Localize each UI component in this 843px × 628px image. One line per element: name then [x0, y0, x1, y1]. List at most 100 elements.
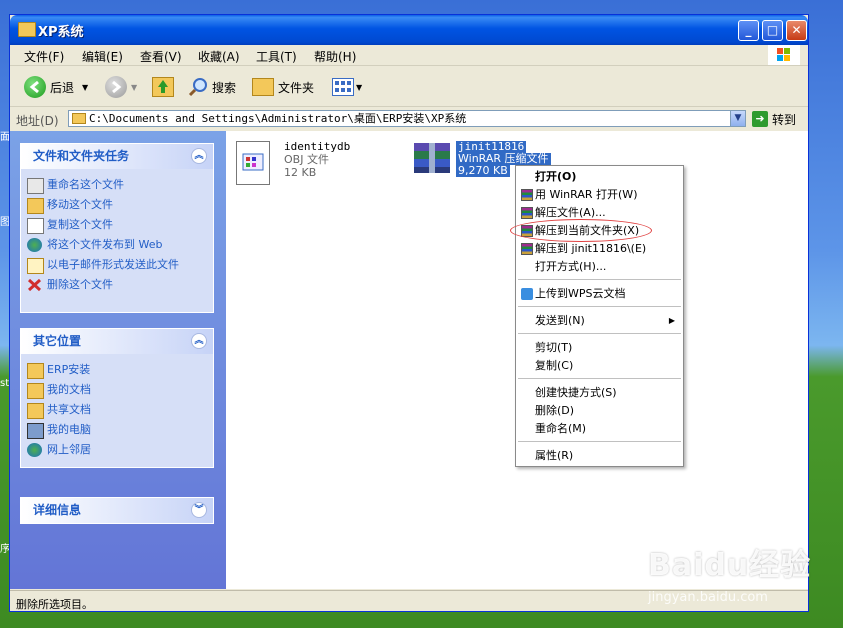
search-icon — [188, 77, 208, 97]
go-arrow-icon: ➜ — [752, 111, 768, 127]
menu-help[interactable]: 帮助(H) — [314, 48, 356, 65]
ctx-open[interactable]: 打开(O) — [518, 168, 681, 186]
address-bar: 地址(D) C:\Documents and Settings\Administ… — [10, 107, 808, 132]
up-folder-button[interactable] — [152, 75, 174, 99]
task-label: 删除这个文件 — [47, 278, 113, 291]
task-copy[interactable]: 复制这个文件 — [21, 215, 213, 235]
ctx-separator — [518, 333, 681, 334]
place-my-documents[interactable]: 我的文档 — [21, 380, 213, 400]
rename-icon — [27, 178, 44, 194]
place-erp[interactable]: ERP安装 — [21, 360, 213, 380]
ctx-separator — [518, 378, 681, 379]
task-delete[interactable]: 删除这个文件 — [21, 275, 213, 295]
place-label: 网上邻居 — [47, 443, 91, 456]
back-button[interactable]: 后退 ▼ — [24, 75, 88, 99]
place-label: 我的电脑 — [47, 423, 91, 436]
back-arrow-icon — [24, 76, 46, 98]
address-input[interactable]: C:\Documents and Settings\Administrator\… — [68, 110, 746, 127]
ctx-cut[interactable]: 剪切(T) — [518, 339, 681, 357]
winrar-icon — [521, 243, 533, 255]
go-label: 转到 — [772, 112, 797, 127]
address-label: 地址(D) — [16, 114, 59, 128]
context-menu: 打开(O) 用 WinRAR 打开(W) 解压文件(A)... 解压到当前文件夹… — [515, 165, 684, 467]
collapse-icon[interactable]: ︽ — [191, 333, 207, 349]
ctx-copy[interactable]: 复制(C) — [518, 357, 681, 375]
menu-file[interactable]: 文件(F) — [24, 48, 64, 65]
close-button[interactable]: ✕ — [786, 20, 807, 41]
ctx-separator — [518, 306, 681, 307]
file-tasks-panel: 文件和文件夹任务 ︽ 重命名这个文件 移动这个文件 复制这个文件 将这个文件发布… — [20, 143, 214, 313]
task-rename[interactable]: 重命名这个文件 — [21, 175, 213, 195]
minimize-button[interactable]: _ — [738, 20, 759, 41]
file-item[interactable]: identitydb OBJ 文件 12 KB — [236, 139, 436, 189]
winrar-archive-icon — [412, 141, 452, 175]
file-size: 9,270 KB — [456, 164, 510, 177]
search-label: 搜索 — [212, 80, 237, 95]
other-places-header[interactable]: 其它位置 ︽ — [21, 329, 213, 354]
chevron-down-icon[interactable]: ▼ — [131, 83, 137, 92]
ctx-rename[interactable]: 重命名(M) — [518, 420, 681, 438]
desktop-label-fragment: st — [0, 378, 10, 389]
collapse-icon[interactable]: ︽ — [191, 148, 207, 164]
ctx-properties[interactable]: 属性(R) — [518, 447, 681, 465]
address-path: C:\Documents and Settings\Administrator\… — [89, 112, 467, 125]
expand-icon[interactable]: ︾ — [191, 502, 207, 518]
place-shared-documents[interactable]: 共享文档 — [21, 400, 213, 420]
baidu-watermark-url: jingyan.baidu.com — [648, 590, 768, 605]
place-my-computer[interactable]: 我的电脑 — [21, 420, 213, 440]
toolbar: 后退 ▼ ▼ 搜索 文件夹 ▼ — [10, 66, 808, 107]
highlight-ellipse — [510, 219, 652, 242]
panel-title: 文件和文件夹任务 — [33, 149, 130, 163]
ctx-winrar-open[interactable]: 用 WinRAR 打开(W) — [518, 186, 681, 204]
chevron-down-icon[interactable]: ▼ — [356, 83, 362, 92]
globe-icon — [27, 238, 42, 252]
menu-view[interactable]: 查看(V) — [140, 48, 182, 65]
ctx-extract-to[interactable]: 解压到 jinit11816\(E) — [518, 240, 681, 258]
move-icon — [27, 198, 44, 214]
ctx-open-with[interactable]: 打开方式(H)... — [518, 258, 681, 276]
ctx-label: 发送到(N) — [535, 314, 585, 327]
ctx-delete[interactable]: 删除(D) — [518, 402, 681, 420]
computer-icon — [27, 423, 44, 439]
task-move[interactable]: 移动这个文件 — [21, 195, 213, 215]
other-places-panel: 其它位置 ︽ ERP安装 我的文档 共享文档 我的电脑 网上邻居 — [20, 328, 214, 468]
folders-button[interactable]: 文件夹 — [252, 75, 314, 99]
chevron-down-icon[interactable]: ▼ — [82, 83, 88, 92]
address-dropdown-button[interactable]: ▼ — [730, 110, 746, 127]
ctx-separator — [518, 279, 681, 280]
menu-edit[interactable]: 编辑(E) — [82, 48, 123, 65]
details-panel: 详细信息 ︾ — [20, 497, 214, 524]
maximize-button[interactable]: □ — [762, 20, 783, 41]
ctx-create-shortcut[interactable]: 创建快捷方式(S) — [518, 384, 681, 402]
views-icon — [332, 78, 354, 96]
forward-button[interactable]: ▼ — [105, 75, 137, 99]
menu-bar: 文件(F) 编辑(E) 查看(V) 收藏(A) 工具(T) 帮助(H) — [10, 45, 808, 66]
folders-label: 文件夹 — [278, 80, 315, 95]
folders-icon — [252, 78, 274, 96]
ctx-wps-upload[interactable]: 上传到WPS云文档 — [518, 285, 681, 303]
file-size: 12 KB — [284, 166, 317, 179]
menu-favorites[interactable]: 收藏(A) — [198, 48, 240, 65]
details-header[interactable]: 详细信息 ︾ — [21, 498, 213, 523]
task-publish-web[interactable]: 将这个文件发布到 Web — [21, 235, 213, 255]
search-button[interactable]: 搜索 — [188, 75, 236, 99]
task-label: 以电子邮件形式发送此文件 — [47, 258, 179, 271]
status-text: 删除所选项目。 — [16, 598, 93, 611]
ctx-send-to[interactable]: 发送到(N) ▶ — [518, 312, 681, 330]
menu-tools[interactable]: 工具(T) — [256, 48, 297, 65]
back-label: 后退 — [50, 80, 75, 95]
ctx-label: 上传到WPS云文档 — [535, 287, 626, 300]
winrar-icon — [521, 189, 533, 201]
title-bar[interactable]: XP系统 _ □ ✕ — [10, 15, 808, 45]
ctx-separator — [518, 441, 681, 442]
file-name: identitydb — [284, 140, 351, 153]
panel-title: 详细信息 — [33, 503, 82, 517]
task-label: 将这个文件发布到 Web — [47, 238, 163, 251]
windows-logo-icon — [768, 45, 800, 65]
task-label: 重命名这个文件 — [47, 178, 124, 191]
place-network[interactable]: 网上邻居 — [21, 440, 213, 460]
file-tasks-header[interactable]: 文件和文件夹任务 ︽ — [21, 144, 213, 169]
task-email[interactable]: 以电子邮件形式发送此文件 — [21, 255, 213, 275]
go-button[interactable]: ➜ 转到 — [752, 110, 796, 128]
views-button[interactable]: ▼ — [332, 75, 362, 99]
